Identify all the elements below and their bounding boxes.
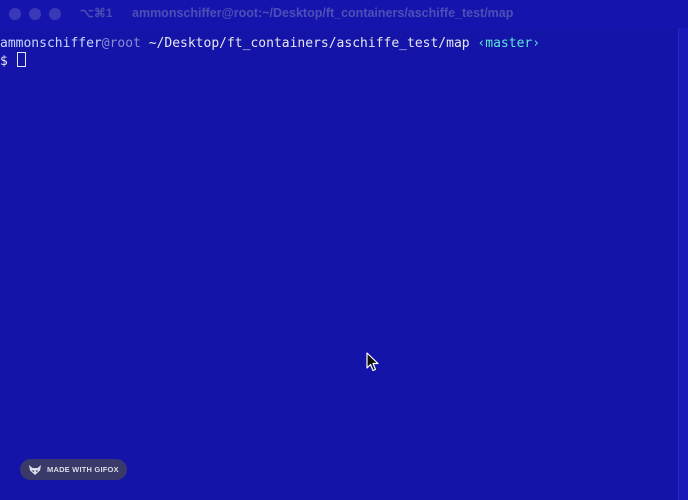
text-cursor [16,52,26,67]
terminal-window: ⌥⌘1 ammonschiffer@root:~/Desktop/ft_cont… [0,0,688,500]
window-title: ammonschiffer@root:~/Desktop/ft_containe… [132,6,514,20]
terminal-output[interactable]: ammonschiffer@root ~/Desktop/ft_containe… [0,28,678,500]
gifox-watermark: MADE WITH GIFOX [20,459,127,480]
watermark-label: MADE WITH GIFOX [47,465,119,474]
gifox-fox-icon [29,464,41,475]
tab-shortcut-label: ⌥⌘1 [80,6,113,20]
command-line[interactable]: $ [0,52,26,70]
scrollbar[interactable] [678,28,688,500]
prompt-at: @ [101,36,110,51]
title-bar[interactable]: ⌥⌘1 ammonschiffer@root:~/Desktop/ft_cont… [0,0,688,28]
maximize-icon[interactable] [49,8,61,20]
prompt-line: ammonschiffer@root ~/Desktop/ft_containe… [0,36,540,52]
prompt-path: ~/Desktop/ft_containers/aschiffe_test/ma… [148,36,470,51]
prompt-git-branch: ‹master› [477,36,541,51]
prompt-host: root [109,36,141,51]
prompt-user: ammonschiffer [0,36,102,51]
minimize-icon[interactable] [29,8,41,20]
close-icon[interactable] [9,8,21,20]
mouse-pointer-icon [366,352,379,372]
prompt-symbol: $ [0,54,8,69]
